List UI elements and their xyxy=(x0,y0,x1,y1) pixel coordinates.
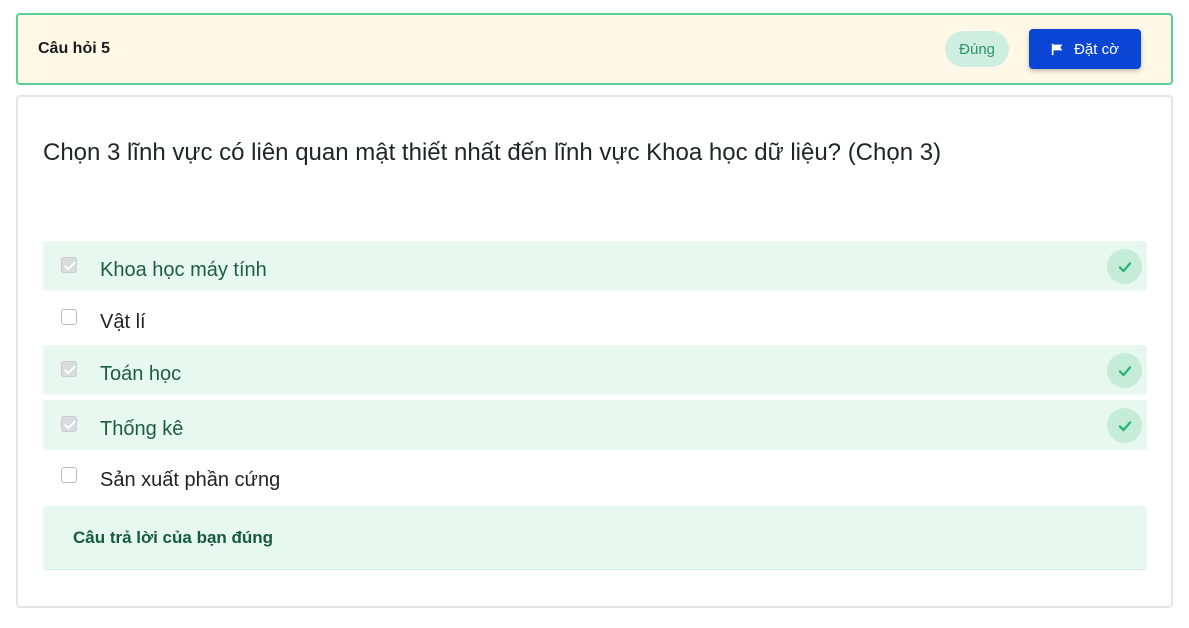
option-checkbox[interactable] xyxy=(61,361,77,377)
status-badge: Đúng xyxy=(945,31,1009,67)
flag-button[interactable]: Đặt cờ xyxy=(1029,29,1141,69)
check-icon xyxy=(1107,249,1142,284)
check-icon xyxy=(1107,408,1142,443)
answer-option[interactable]: Toán học xyxy=(43,345,1147,395)
feedback-text: Câu trả lời của bạn đúng xyxy=(73,527,274,547)
answer-option[interactable]: Khoa học máy tính xyxy=(43,241,1147,291)
option-checkbox[interactable] xyxy=(61,416,77,432)
option-label: Thống kê xyxy=(100,418,184,440)
answer-option[interactable]: Sản xuất phần cứng xyxy=(43,451,1147,501)
option-label: Khoa học máy tính xyxy=(100,259,267,281)
option-label: Toán học xyxy=(100,363,182,385)
option-label: Sản xuất phần cứng xyxy=(100,469,281,491)
flag-button-label: Đặt cờ xyxy=(1074,40,1119,58)
option-checkbox[interactable] xyxy=(61,467,77,483)
question-card: Chọn 3 lĩnh vực có liên quan mật thiết n… xyxy=(16,95,1173,608)
option-label: Vật lí xyxy=(100,311,146,333)
option-checkbox[interactable] xyxy=(61,257,77,273)
question-text: Chọn 3 lĩnh vực có liên quan mật thiết n… xyxy=(43,139,942,166)
question-header: Câu hỏi 5 Đúng Đặt cờ xyxy=(16,13,1173,85)
option-checkbox[interactable] xyxy=(61,309,77,325)
question-number: Câu hỏi 5 xyxy=(38,40,111,57)
answer-options: Khoa học máy tính Vật lí Toán học Thống … xyxy=(43,241,1147,501)
answer-option[interactable]: Thống kê xyxy=(43,400,1147,450)
feedback-box: Câu trả lời của bạn đúng xyxy=(43,506,1147,570)
answer-option[interactable]: Vật lí xyxy=(43,293,1147,343)
check-icon xyxy=(1107,353,1142,388)
flag-icon xyxy=(1051,43,1063,55)
